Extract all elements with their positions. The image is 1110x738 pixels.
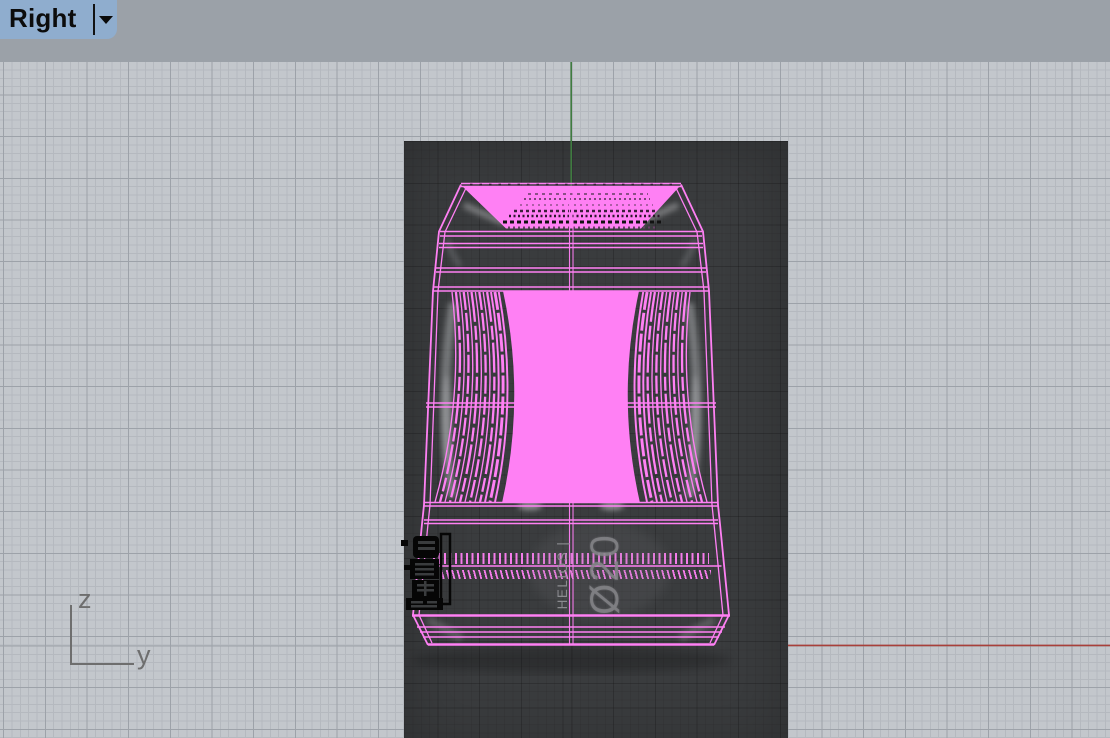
decal-brand-text: HELIOS | bbox=[555, 539, 571, 611]
object-ground-shadow bbox=[411, 647, 731, 673]
waist-fill bbox=[502, 291, 640, 503]
black-decal-text bbox=[401, 534, 450, 610]
scene-overlay bbox=[0, 0, 1110, 738]
rhino-viewport-window: Right bbox=[0, 0, 1110, 738]
gnomon-y-label: y bbox=[137, 640, 151, 671]
grille-top-fill bbox=[462, 186, 680, 229]
gnomon-z-line bbox=[70, 605, 72, 665]
decal-size-text: Ø20 bbox=[583, 529, 629, 619]
gnomon-z-label: z bbox=[78, 584, 92, 615]
gnomon-y-line bbox=[70, 663, 134, 665]
